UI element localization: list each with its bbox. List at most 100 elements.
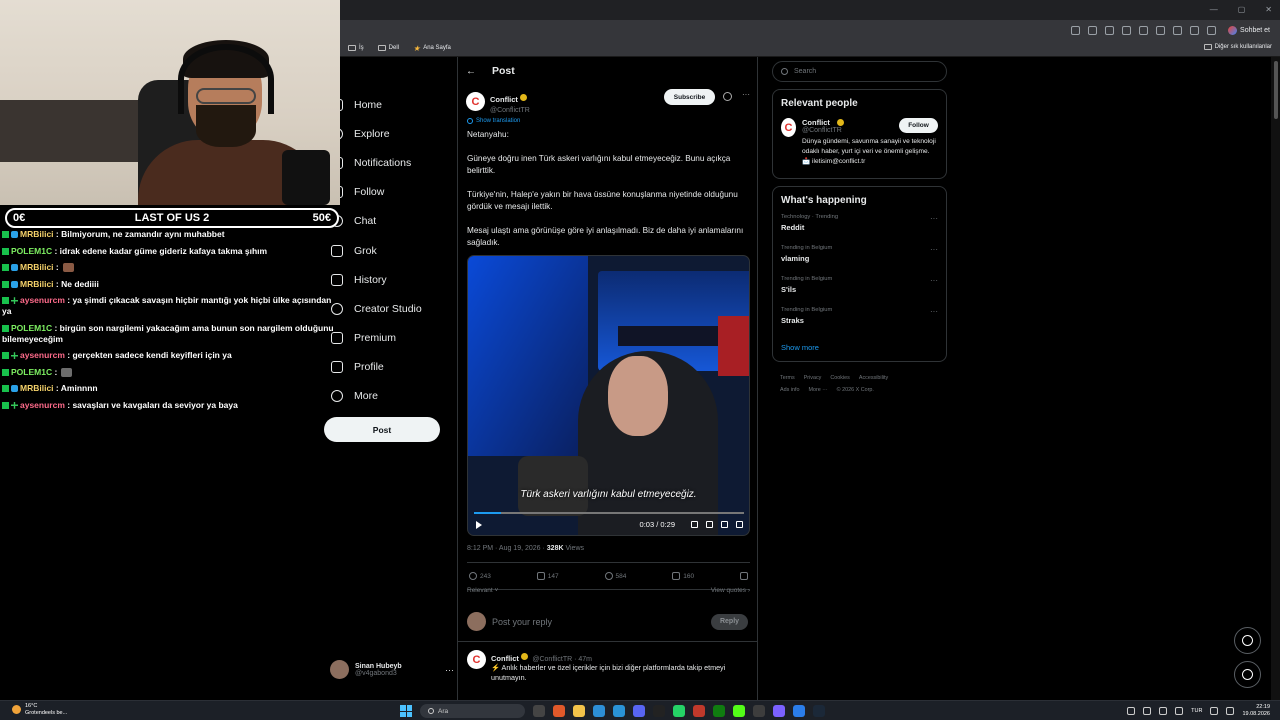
chat-username[interactable]: aysenurcm (20, 400, 65, 410)
sidebar-item-creator-studio[interactable]: Creator Studio (324, 294, 454, 323)
xbox-icon[interactable] (713, 705, 725, 717)
subscribe-button[interactable]: Subscribe (664, 89, 715, 105)
trend-item[interactable]: Technology · Trending Reddit ··· (781, 214, 938, 237)
sidebar-item-explore[interactable]: Explore (324, 119, 454, 148)
chat-username[interactable]: MRBilici (20, 229, 54, 239)
show-translation-link[interactable]: Show translation (467, 118, 520, 124)
sort-dropdown[interactable]: Relevant ˅ (467, 587, 498, 594)
video-progress-bar[interactable] (474, 512, 744, 514)
footer-link[interactable]: Privacy (804, 375, 822, 381)
clock[interactable]: 22:19 19.08.2026 (1242, 704, 1270, 717)
scrollbar-thumb[interactable] (1273, 61, 1278, 119)
more-dots-icon[interactable]: ··· (930, 307, 938, 316)
language-indicator[interactable]: TUR (1191, 708, 1202, 714)
sidebar-item-more[interactable]: More (324, 382, 454, 411)
pip-icon[interactable] (721, 521, 728, 528)
sidebar-item-chat[interactable]: Chat (324, 207, 454, 236)
chevron-up-icon[interactable] (1127, 706, 1136, 715)
bookmark-item[interactable]: İş (348, 45, 364, 51)
bookmark-action[interactable]: 160 (672, 572, 694, 580)
reply-tweet[interactable]: C Conflict @ConflictTR · 47m ⚡ Anlık hab… (467, 650, 751, 683)
more-dots-icon[interactable]: ··· (445, 665, 454, 675)
discord-icon[interactable] (633, 705, 645, 717)
settings-icon[interactable] (706, 521, 713, 528)
chat-username[interactable]: MRBilici (20, 279, 54, 289)
reply-input[interactable]: Post your reply (492, 617, 552, 627)
favorites-icon[interactable] (1156, 25, 1166, 35)
sidebar-item-premium[interactable]: Premium (324, 324, 454, 353)
bookmark-item[interactable]: ★ Ana Sayfa (413, 44, 451, 53)
sidebar-item-notifications[interactable]: Notifications (324, 148, 454, 177)
kick-icon[interactable] (733, 705, 745, 717)
grok-fab-button[interactable] (1234, 627, 1261, 654)
epic-games-icon[interactable] (653, 705, 665, 717)
teams-icon[interactable] (773, 705, 785, 717)
volume-icon[interactable] (691, 521, 698, 528)
extension-icon[interactable] (1071, 25, 1081, 35)
post-button[interactable]: Post (324, 417, 440, 442)
maximize-icon[interactable]: ▢ (1238, 5, 1246, 14)
search-input[interactable]: Search (772, 61, 947, 82)
chat-username[interactable]: POLEM1C (11, 367, 52, 377)
view-quotes-link[interactable]: View quotes › (711, 587, 750, 594)
task-view-icon[interactable] (533, 705, 545, 717)
sidebar-item-history[interactable]: History (324, 265, 454, 294)
collections-icon[interactable] (1173, 25, 1183, 35)
trend-item[interactable]: Trending in Belgium Straks ··· (781, 307, 938, 330)
trend-item[interactable]: Trending in Belgium S'ils ··· (781, 276, 938, 299)
messages-fab-button[interactable] (1234, 661, 1261, 688)
more-dots-icon[interactable]: ··· (930, 214, 938, 223)
sidebar-item-profile[interactable]: Profile (324, 353, 454, 382)
close-icon[interactable]: ✕ (1265, 5, 1272, 14)
reader-icon[interactable] (1105, 25, 1115, 35)
telegram-icon[interactable] (613, 705, 625, 717)
minimize-icon[interactable]: — (1210, 5, 1218, 14)
follow-button[interactable]: Follow (899, 118, 938, 133)
more-dots-icon[interactable]: ··· (930, 276, 938, 285)
reply-button[interactable]: Reply (711, 613, 748, 630)
volume-icon[interactable] (1210, 706, 1219, 715)
whatsapp-icon[interactable] (673, 705, 685, 717)
footer-link[interactable]: Terms (780, 375, 795, 381)
chat-username[interactable]: MRBilici (20, 262, 54, 272)
show-more-link[interactable]: Show more (781, 343, 938, 352)
pen-icon[interactable] (1175, 706, 1184, 715)
sidebar-item-grok[interactable]: Grok (324, 236, 454, 265)
sidebar-item-follow[interactable]: Follow (324, 178, 454, 207)
split-screen-icon[interactable] (1139, 25, 1149, 35)
footer-link[interactable]: Accessibility (859, 375, 888, 381)
back-arrow-icon[interactable]: ← (466, 66, 476, 77)
chat-username[interactable]: aysenurcm (20, 350, 65, 360)
reply-action[interactable]: 243 (469, 572, 491, 580)
favorite-star-icon[interactable] (1122, 25, 1132, 35)
microphone-icon[interactable] (1159, 706, 1168, 715)
relevant-person[interactable]: C Conflict @ConflictTR Dünya gündemi, sa… (781, 118, 938, 167)
app-icon[interactable] (793, 705, 805, 717)
play-icon[interactable] (476, 520, 482, 529)
more-dots-icon[interactable]: ··· (930, 245, 938, 254)
like-action[interactable]: 584 (604, 572, 626, 580)
onedrive-icon[interactable] (1143, 706, 1152, 715)
share-action[interactable] (740, 572, 748, 580)
grok-icon[interactable] (723, 92, 732, 101)
fullscreen-icon[interactable] (736, 521, 743, 528)
edge-icon[interactable] (593, 705, 605, 717)
footer-link[interactable]: More ··· (808, 387, 827, 393)
copilot-chat-button[interactable]: Sohbet et (1228, 25, 1270, 35)
translate-icon[interactable] (1088, 25, 1098, 35)
more-dots-icon[interactable]: ··· (742, 90, 750, 99)
chat-username[interactable]: POLEM1C (11, 246, 52, 256)
post-timestamp[interactable]: 8:12 PM · Aug 19, 2026 · (467, 545, 547, 552)
chat-username[interactable]: MRBilici (20, 383, 54, 393)
start-button[interactable] (400, 705, 412, 717)
footer-link[interactable]: Cookies (830, 375, 849, 381)
steam-icon[interactable] (813, 705, 825, 717)
bookmark-item[interactable]: Dell (377, 45, 399, 51)
obs-icon[interactable] (753, 705, 765, 717)
battery-icon[interactable] (1226, 706, 1235, 715)
menu-dots-icon[interactable] (1207, 25, 1217, 35)
app-icon[interactable] (693, 705, 705, 717)
repost-action[interactable]: 147 (536, 572, 559, 580)
profile-icon[interactable] (1190, 25, 1200, 35)
scrollbar[interactable] (1271, 57, 1280, 700)
